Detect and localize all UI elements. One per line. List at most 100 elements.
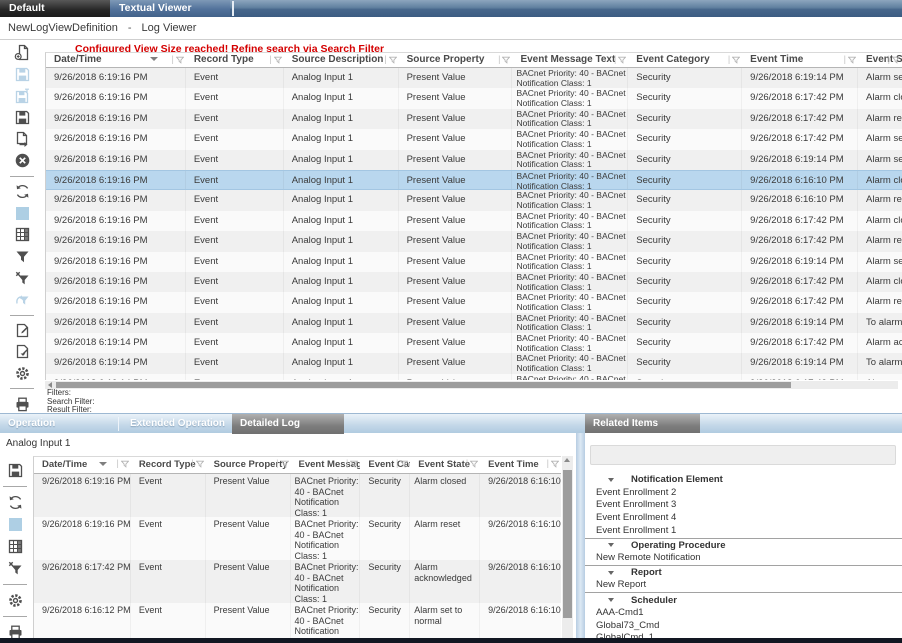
stop-square-icon[interactable] — [13, 204, 31, 222]
related-item[interactable]: Event Enrollment 2 — [585, 487, 902, 500]
log-row[interactable]: 9/26/2018 6:19:16 PMEventAnalog Input 1P… — [46, 190, 902, 210]
window-tab-default[interactable]: Default — [0, 0, 110, 17]
log-row[interactable]: 9/26/2018 6:16:12 PMEventPresent ValueBA… — [34, 603, 561, 638]
related-group-header-scheduler[interactable]: Scheduler — [585, 592, 902, 607]
column-chooser-icon[interactable] — [13, 226, 31, 244]
related-item[interactable]: Event Enrollment 1 — [585, 525, 902, 538]
column-header-event-state[interactable]: Event State| — [858, 53, 902, 67]
filter-funnel-icon[interactable] — [274, 56, 282, 64]
save-icon[interactable] — [13, 66, 31, 84]
related-item[interactable]: New Report — [585, 579, 902, 592]
column-header-event-message-text[interactable]: Event Message Text| — [512, 53, 628, 67]
vertical-scrollbar[interactable] — [562, 456, 573, 638]
refresh-icon[interactable] — [6, 494, 24, 511]
export-document-icon[interactable] — [13, 131, 31, 149]
related-item[interactable]: Event Enrollment 3 — [585, 499, 902, 512]
log-row[interactable]: 9/26/2018 6:19:16 PMEventPresent ValueBA… — [34, 474, 561, 517]
delete-icon[interactable] — [13, 152, 31, 170]
filter-funnel-icon[interactable] — [350, 460, 358, 468]
refresh-icon[interactable] — [13, 183, 31, 201]
column-header-source-property[interactable]: Source Property| — [399, 53, 513, 67]
horizontal-scrollbar[interactable] — [45, 381, 898, 389]
filter-icon[interactable] — [13, 248, 31, 266]
log-row[interactable]: 9/26/2018 6:19:16 PMEventPresent ValueBA… — [34, 517, 561, 560]
clear-filter-icon[interactable] — [13, 269, 31, 287]
log-row[interactable]: 9/26/2018 6:19:16 PMEventAnalog Input 1P… — [46, 211, 902, 231]
horizontal-scrollbar-thumb[interactable] — [56, 382, 791, 388]
related-group-header-operating-procedure[interactable]: Operating Procedure — [585, 538, 902, 553]
column-header-event-message-text[interactable]: Event Message Text| — [291, 457, 361, 473]
log-row[interactable]: 9/26/2018 6:19:16 PMEventAnalog Input 1P… — [46, 109, 902, 129]
filter-funnel-icon[interactable] — [732, 56, 740, 64]
save-icon[interactable] — [13, 109, 31, 127]
column-header-record-type[interactable]: Record Type| — [186, 53, 284, 67]
column-header-date-time[interactable]: Date/Time| — [34, 457, 131, 473]
related-group-header-notification-element[interactable]: Notification Element — [585, 473, 902, 487]
column-header-record-type[interactable]: Record Type| — [131, 457, 206, 473]
column-header-event-state[interactable]: Event State| — [410, 457, 480, 473]
log-row[interactable]: 9/26/2018 6:19:16 PMEventAnalog Input 1P… — [46, 231, 902, 251]
tab-separator — [118, 417, 119, 431]
log-row[interactable]: 9/26/2018 6:19:16 PMEventAnalog Input 1P… — [46, 150, 902, 170]
column-header-event-time[interactable]: Event Time| — [480, 457, 561, 473]
print-icon[interactable] — [13, 395, 31, 413]
log-row[interactable]: 9/26/2018 6:19:14 PMEventAnalog Input 1P… — [46, 333, 902, 353]
log-row[interactable]: 9/26/2018 6:17:42 PMEventPresent ValueBA… — [34, 560, 561, 603]
filter-funnel-icon[interactable] — [551, 460, 559, 468]
breadcrumb-page[interactable]: Log Viewer — [142, 22, 197, 34]
tab-operation[interactable]: Operation — [0, 414, 115, 434]
filter-funnel-icon[interactable] — [618, 56, 626, 64]
log-row[interactable]: 9/26/2018 6:19:16 PMEventAnalog Input 1P… — [46, 292, 902, 312]
vertical-scrollbar-thumb[interactable] — [563, 470, 572, 618]
column-header-event-category[interactable]: Event Category| — [628, 53, 742, 67]
stop-square-icon[interactable] — [6, 516, 24, 533]
filter-funnel-icon[interactable] — [848, 56, 856, 64]
log-row[interactable]: 9/26/2018 6:19:16 PMEventAnalog Input 1P… — [46, 68, 902, 88]
panel-splitter[interactable] — [576, 433, 585, 643]
related-item[interactable]: New Remote Notification — [585, 552, 902, 565]
log-row[interactable]: 9/26/2018 6:19:16 PMEventAnalog Input 1P… — [46, 88, 902, 108]
breadcrumb-view-name[interactable]: NewLogViewDefinition — [8, 22, 118, 34]
log-row[interactable]: 9/26/2018 6:19:16 PMEventAnalog Input 1P… — [46, 170, 902, 190]
log-row[interactable]: 9/26/2018 6:19:16 PMEventAnalog Input 1P… — [46, 129, 902, 149]
related-item[interactable]: Event Enrollment 4 — [585, 512, 902, 525]
column-chooser-icon[interactable] — [6, 538, 24, 555]
edit-document-icon[interactable] — [13, 322, 31, 340]
filter-funnel-icon[interactable] — [470, 460, 478, 468]
revert-filter-icon[interactable] — [13, 291, 31, 309]
related-item[interactable]: AAA-Cmd1 — [585, 607, 902, 620]
save-as-icon[interactable] — [13, 87, 31, 105]
related-item[interactable]: Global73_Cmd — [585, 620, 902, 633]
log-cell: Security — [628, 171, 742, 189]
filter-funnel-icon[interactable] — [121, 460, 129, 468]
log-row[interactable]: 9/26/2018 6:19:16 PMEventAnalog Input 1P… — [46, 252, 902, 272]
column-header-event-time[interactable]: Event Time| — [742, 53, 858, 67]
filter-funnel-icon[interactable] — [389, 56, 397, 64]
settings-icon[interactable] — [6, 592, 24, 609]
log-row[interactable]: 9/26/2018 6:19:14 PMEventAnalog Input 1P… — [46, 374, 902, 380]
column-header-source-property[interactable]: Source Property| — [206, 457, 291, 473]
column-header-event-category[interactable]: Event Category| — [360, 457, 410, 473]
log-row[interactable]: 9/26/2018 6:19:14 PMEventAnalog Input 1P… — [46, 353, 902, 373]
window-tab-textual-viewer[interactable]: Textual Viewer — [110, 0, 230, 17]
related-group-header-report[interactable]: Report — [585, 565, 902, 580]
clear-filter-icon[interactable] — [6, 560, 24, 577]
scroll-up-arrow[interactable] — [564, 458, 570, 462]
filter-funnel-icon[interactable] — [196, 460, 204, 468]
tab-extended-operation[interactable]: Extended Operation — [122, 414, 232, 434]
filter-funnel-icon[interactable] — [892, 56, 900, 64]
column-header-source-description[interactable]: Source Description| — [284, 53, 399, 67]
filter-funnel-icon[interactable] — [281, 460, 289, 468]
import-document-icon[interactable] — [13, 343, 31, 361]
filter-funnel-icon[interactable] — [502, 56, 510, 64]
new-document-icon[interactable] — [13, 44, 31, 62]
log-row[interactable]: 9/26/2018 6:19:16 PMEventAnalog Input 1P… — [46, 272, 902, 292]
save-icon[interactable] — [6, 462, 24, 479]
filter-funnel-icon[interactable] — [176, 56, 184, 64]
log-row[interactable]: 9/26/2018 6:19:14 PMEventAnalog Input 1P… — [46, 313, 902, 333]
tab-related-items[interactable]: Related Items — [585, 414, 700, 434]
filter-funnel-icon[interactable] — [400, 460, 408, 468]
settings-icon[interactable] — [13, 365, 31, 383]
tab-detailed-log[interactable]: Detailed Log — [232, 414, 344, 434]
column-header-date-time[interactable]: Date/Time| — [46, 53, 186, 67]
